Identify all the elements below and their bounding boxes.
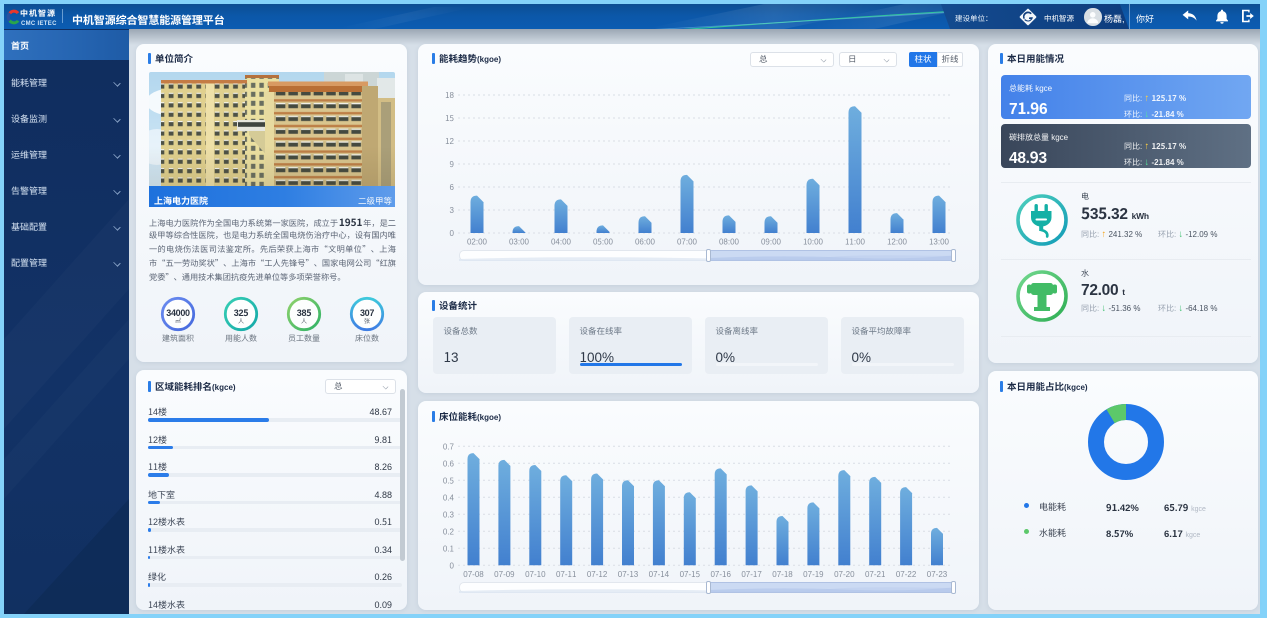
svg-text:0: 0 bbox=[450, 228, 455, 239]
svg-text:0.2: 0.2 bbox=[443, 526, 455, 537]
svg-text:07-23: 07-23 bbox=[927, 569, 948, 580]
svg-text:0.6: 0.6 bbox=[443, 458, 455, 469]
svg-text:0: 0 bbox=[450, 560, 455, 571]
svg-text:07-20: 07-20 bbox=[834, 569, 855, 580]
svg-text:07-12: 07-12 bbox=[587, 569, 608, 580]
svg-text:0.4: 0.4 bbox=[443, 492, 455, 503]
svg-text:08:00: 08:00 bbox=[719, 237, 740, 248]
svg-text:07:00: 07:00 bbox=[677, 237, 698, 248]
svg-text:07-13: 07-13 bbox=[618, 569, 639, 580]
svg-text:12: 12 bbox=[445, 136, 454, 147]
svg-text:06:00: 06:00 bbox=[635, 237, 656, 248]
svg-text:03:00: 03:00 bbox=[509, 237, 530, 248]
svg-text:07-21: 07-21 bbox=[865, 569, 885, 580]
svg-text:07-09: 07-09 bbox=[494, 569, 514, 580]
svg-text:04:00: 04:00 bbox=[551, 237, 572, 248]
svg-text:07-15: 07-15 bbox=[680, 569, 700, 580]
svg-text:10:00: 10:00 bbox=[803, 237, 824, 248]
svg-text:6: 6 bbox=[450, 182, 455, 193]
svg-text:3: 3 bbox=[450, 205, 455, 216]
svg-text:07-10: 07-10 bbox=[525, 569, 546, 580]
svg-text:07-22: 07-22 bbox=[896, 569, 917, 580]
svg-text:02:00: 02:00 bbox=[467, 237, 488, 248]
svg-text:07-08: 07-08 bbox=[463, 569, 484, 580]
svg-text:12:00: 12:00 bbox=[887, 237, 908, 248]
svg-text:09:00: 09:00 bbox=[761, 237, 782, 248]
svg-text:13:00: 13:00 bbox=[929, 237, 950, 248]
svg-text:15: 15 bbox=[445, 113, 454, 124]
svg-text:0.7: 0.7 bbox=[443, 441, 455, 452]
svg-text:0.1: 0.1 bbox=[443, 543, 454, 554]
svg-text:07-14: 07-14 bbox=[649, 569, 670, 580]
svg-text:07-17: 07-17 bbox=[741, 569, 762, 580]
svg-text:11:00: 11:00 bbox=[845, 237, 866, 248]
svg-text:07-16: 07-16 bbox=[710, 569, 731, 580]
svg-text:07-18: 07-18 bbox=[772, 569, 793, 580]
svg-text:18: 18 bbox=[445, 90, 454, 101]
svg-text:05:00: 05:00 bbox=[593, 237, 614, 248]
svg-text:0.3: 0.3 bbox=[443, 509, 455, 520]
svg-text:0.5: 0.5 bbox=[443, 475, 454, 486]
svg-text:07-19: 07-19 bbox=[803, 569, 823, 580]
svg-text:9: 9 bbox=[450, 159, 454, 170]
svg-text:07-11: 07-11 bbox=[556, 569, 576, 580]
